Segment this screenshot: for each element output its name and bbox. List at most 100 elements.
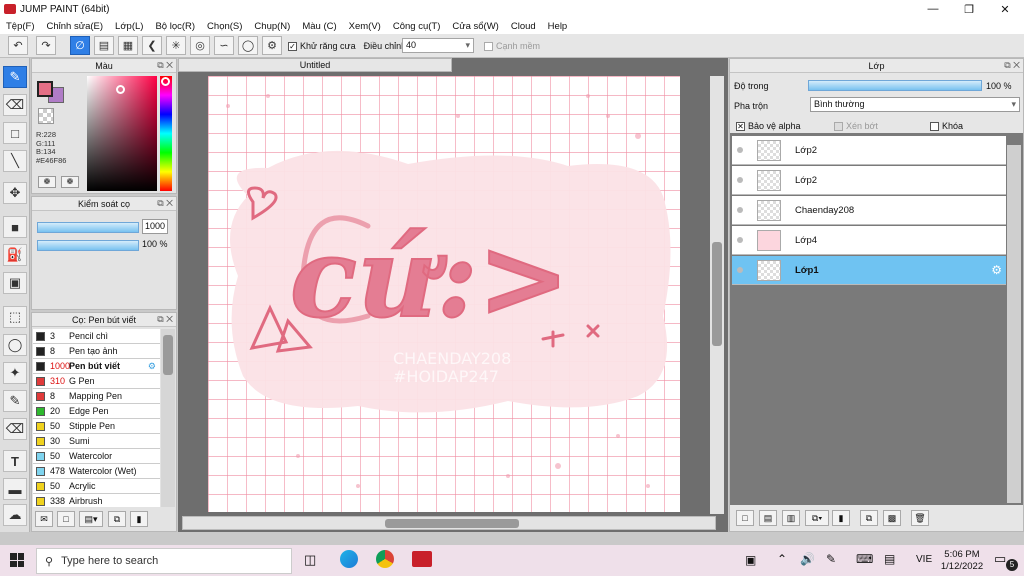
hue-cursor[interactable] — [161, 77, 170, 86]
menu-layer[interactable]: Lớp(L) — [115, 21, 143, 32]
visibility-icon[interactable] — [737, 147, 743, 153]
taskbar-search[interactable]: ⚲ Type here to search — [36, 548, 292, 574]
chevron-up-icon[interactable]: ⌃ — [777, 552, 787, 566]
brush-item[interactable]: 1000 Pen bút viết ⚙ — [33, 359, 160, 374]
panel-controls-icon[interactable]: ⧉ ✕ — [1004, 60, 1020, 71]
brush-copy-icon[interactable]: ⧉ — [108, 511, 126, 527]
lasso-icon[interactable]: ◯ — [3, 334, 27, 356]
brush-item[interactable]: 3 Pencil chì — [33, 329, 160, 344]
keyboard-icon[interactable]: ⌨ — [856, 552, 873, 566]
lock-checkbox[interactable] — [930, 121, 939, 131]
menu-edit[interactable]: Chỉnh sửa(E) — [47, 21, 104, 32]
windows-start-icon[interactable] — [10, 553, 24, 567]
panel-controls-icon[interactable]: ⧉ ✕ — [157, 60, 173, 71]
select-rect-icon[interactable]: ⬚ — [3, 306, 27, 328]
stroke-hatch-icon[interactable]: ▤ — [94, 36, 114, 55]
copy-layer-icon[interactable]: ⧉ — [860, 510, 878, 526]
minimize-button[interactable]: — — [916, 0, 950, 18]
brush-tool-icon[interactable]: ✎ — [3, 66, 27, 88]
jump-paint-icon[interactable] — [412, 551, 432, 567]
soft-edge-checkbox[interactable] — [484, 41, 493, 51]
clip-checkbox[interactable] — [834, 121, 843, 131]
layer-folder-icon[interactable]: ▮ — [832, 510, 850, 526]
canvas-hscrollbar[interactable] — [182, 516, 716, 530]
new-layer-icon[interactable]: □ — [736, 510, 754, 526]
menu-view[interactable]: Xem(V) — [349, 21, 381, 32]
brush-menu-icon[interactable]: ▤▾ — [79, 511, 103, 527]
shape-tool-icon[interactable]: □ — [3, 122, 27, 144]
gear-icon[interactable]: ⚙ — [148, 361, 156, 372]
new-layer-8bit-icon[interactable]: ▤ — [759, 510, 777, 526]
brush-item[interactable]: 478 Watercolor (Wet) — [33, 464, 160, 479]
brush-item[interactable]: 50 Acrylic — [33, 479, 160, 494]
brush-size-input[interactable]: 1000 — [142, 219, 168, 234]
stroke-grid-icon[interactable]: ▦ — [118, 36, 138, 55]
stroke-concentric-icon[interactable]: ◎ — [190, 36, 210, 55]
layer-add-menu-icon[interactable]: ⧉▾ — [805, 510, 829, 526]
gradient-tool-icon[interactable]: ▣ — [3, 272, 27, 294]
vscrollbar-thumb[interactable] — [712, 242, 722, 346]
move-tool-icon[interactable]: ✥ — [3, 182, 27, 204]
eraser-tool-icon[interactable]: ⌫ — [3, 94, 27, 116]
cloud-tool-icon[interactable]: ☁ — [3, 504, 27, 526]
new-layer-1bit-icon[interactable]: ▥ — [782, 510, 800, 526]
hand-tool-icon[interactable]: ▬ — [3, 478, 27, 500]
line-tool-icon[interactable]: ╲ — [3, 150, 27, 172]
brush-item[interactable]: 310 G Pen — [33, 374, 160, 389]
stroke-radial-icon[interactable]: ✳ — [166, 36, 186, 55]
protect-alpha-checkbox[interactable]: ✕ — [736, 121, 745, 131]
text-tool-icon[interactable]: T — [3, 450, 27, 472]
document-tab[interactable]: Untitled — [178, 58, 452, 72]
undo-icon[interactable]: ↶ — [8, 36, 28, 55]
brush-item[interactable]: 338 Airbrush — [33, 494, 160, 507]
menu-select[interactable]: Chọn(S) — [207, 21, 242, 32]
panel-controls-icon[interactable]: ⧉ ✕ — [157, 314, 173, 325]
restore-button[interactable]: ❐ — [952, 0, 986, 18]
panel-controls-icon[interactable]: ⧉ ✕ — [157, 198, 173, 209]
menu-cloud[interactable]: Cloud — [511, 21, 536, 32]
color-tool-b-icon[interactable]: ❁ — [61, 176, 79, 188]
network-icon[interactable]: ▤ — [884, 552, 895, 566]
visibility-icon[interactable] — [737, 237, 743, 243]
menu-window[interactable]: Cửa sổ(W) — [452, 21, 498, 32]
brush-item[interactable]: 30 Sumi — [33, 434, 160, 449]
hue-slider[interactable] — [160, 76, 172, 191]
menu-file[interactable]: Tệp(F) — [6, 21, 35, 32]
brush-item[interactable]: 8 Pen tạo ảnh — [33, 344, 160, 359]
language-indicator[interactable]: VIE — [916, 554, 932, 565]
layer-row[interactable]: Chaenday208 — [732, 196, 1006, 225]
bucket-tool-icon[interactable]: ⛽ — [3, 244, 27, 266]
menu-color[interactable]: Màu (C) — [302, 21, 336, 32]
brush-size-slider[interactable] — [37, 222, 139, 233]
brush-item[interactable]: 8 Mapping Pen — [33, 389, 160, 404]
select-pen-icon[interactable]: ✎ — [3, 390, 27, 412]
clock[interactable]: 5:06 PM 1/12/2022 — [938, 549, 986, 573]
brush-delete-icon[interactable]: ▮ — [130, 511, 148, 527]
redo-icon[interactable]: ↷ — [36, 36, 56, 55]
canvas-vscrollbar[interactable] — [710, 76, 724, 514]
layer-row[interactable]: Lớp2 — [732, 166, 1006, 195]
layer-scrollbar[interactable] — [1007, 145, 1021, 503]
brush-list-scrollbar[interactable] — [161, 329, 175, 507]
saturation-value-picker[interactable] — [87, 76, 157, 191]
meet-now-icon[interactable]: ▣ — [745, 553, 756, 567]
pen-icon[interactable]: ✎ — [826, 552, 836, 566]
menu-filter[interactable]: Bộ lọc(R) — [155, 21, 195, 32]
transparent-swatch[interactable] — [38, 108, 54, 124]
layer-row[interactable]: Lớp4 — [732, 226, 1006, 255]
merge-layer-icon[interactable]: ▩ — [883, 510, 901, 526]
fill-rect-tool-icon[interactable]: ■ — [3, 216, 27, 238]
volume-icon[interactable]: 🔊 — [800, 552, 815, 566]
stroke-normal-icon[interactable]: ∅ — [70, 36, 90, 55]
layer-row[interactable]: Lớp2 — [732, 136, 1006, 165]
task-view-icon[interactable]: ◫ — [304, 552, 316, 568]
delete-layer-icon[interactable]: 🗑 — [911, 510, 929, 526]
adjust-input[interactable]: 40 ▾ — [402, 38, 474, 53]
brush-folder-icon[interactable]: ✉ — [35, 511, 53, 527]
menu-tools[interactable]: Công cụ(T) — [393, 21, 441, 32]
stroke-ellipse-icon[interactable]: ◯ — [238, 36, 258, 55]
scrollbar-thumb[interactable] — [163, 335, 173, 375]
menu-capture[interactable]: Chụp(N) — [254, 21, 290, 32]
gear-icon[interactable]: ⚙ — [991, 263, 1002, 277]
canvas[interactable]: cứ:> CHAENDAY208 #HOIDAP247 — [208, 76, 680, 512]
